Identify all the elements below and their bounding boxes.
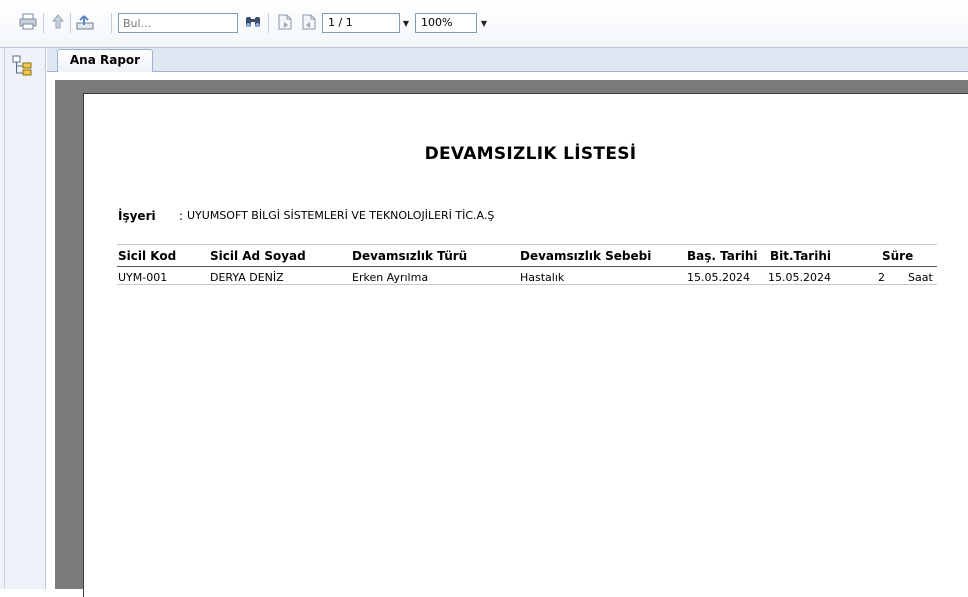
- column-header-sicil-kod: Sicil Kod: [118, 249, 177, 263]
- workplace-value: UYUMSOFT BİLGİ SİSTEMLERİ VE TEKNOLOJİLE…: [187, 209, 495, 222]
- table-divider: [117, 284, 937, 285]
- toolbar: 1 / 1 ▼ 100% ▼: [0, 0, 968, 48]
- cell-sebep: Hastalık: [520, 271, 565, 284]
- cell-bit-tarihi: 15.05.2024: [768, 271, 831, 284]
- left-panel: [0, 48, 46, 589]
- cell-ad-soyad: DERYA DENİZ: [210, 271, 284, 284]
- chevron-down-icon[interactable]: ▼: [399, 13, 413, 33]
- printer-icon[interactable]: [18, 12, 38, 32]
- toolbar-separator: [43, 13, 44, 33]
- export-icon[interactable]: [75, 12, 95, 32]
- page-forward-icon[interactable]: [299, 12, 319, 32]
- column-header-ad-soyad: Sicil Ad Soyad: [210, 249, 306, 263]
- report-viewer[interactable]: DEVAMSIZLIK LİSTESİ İşyeri : UYUMSOFT Bİ…: [47, 72, 968, 597]
- cell-tur: Erken Ayrılma: [352, 271, 429, 284]
- column-header-bit-tarihi: Bit.Tarihi: [770, 249, 831, 263]
- cell-sure: 2: [878, 271, 885, 284]
- toolbar-separator: [268, 13, 269, 33]
- cell-sure-unit: Saat: [908, 271, 933, 284]
- table-divider: [117, 244, 937, 245]
- binoculars-icon[interactable]: [243, 12, 263, 32]
- viewer-background: DEVAMSIZLIK LİSTESİ İşyeri : UYUMSOFT Bİ…: [55, 80, 968, 597]
- table-divider: [117, 266, 937, 267]
- zoom-value: 100%: [421, 16, 453, 29]
- report-page: DEVAMSIZLIK LİSTESİ İşyeri : UYUMSOFT Bİ…: [83, 93, 968, 597]
- zoom-select[interactable]: 100%: [415, 13, 477, 33]
- column-header-sure: Süre: [882, 249, 914, 263]
- search-input[interactable]: [118, 13, 238, 33]
- column-header-tur: Devamsızlık Türü: [352, 249, 468, 263]
- tab-strip: Ana Rapor: [47, 48, 968, 72]
- column-header-bas-tarihi: Baş. Tarihi: [687, 249, 758, 263]
- page-indicator-value: 1 / 1: [328, 16, 353, 29]
- column-header-sebep: Devamsızlık Sebebi: [520, 249, 652, 263]
- page-indicator-select[interactable]: 1 / 1: [322, 13, 400, 33]
- page-icon[interactable]: [275, 12, 295, 32]
- workplace-colon: :: [179, 209, 184, 223]
- chevron-down-icon[interactable]: ▼: [477, 13, 491, 33]
- cell-bas-tarihi: 15.05.2024: [687, 271, 750, 284]
- workplace-label: İşyeri: [118, 209, 156, 223]
- tab-ana-rapor[interactable]: Ana Rapor: [57, 49, 153, 72]
- toolbar-separator: [111, 13, 112, 33]
- toolbar-separator: [70, 13, 71, 33]
- report-title: DEVAMSIZLIK LİSTESİ: [424, 144, 637, 164]
- tree-icon[interactable]: [11, 54, 35, 81]
- cell-sicil-kod: UYM-001: [118, 271, 168, 284]
- upload-icon[interactable]: [48, 12, 68, 32]
- tab-label: Ana Rapor: [69, 53, 141, 67]
- left-panel-inner: [4, 48, 47, 589]
